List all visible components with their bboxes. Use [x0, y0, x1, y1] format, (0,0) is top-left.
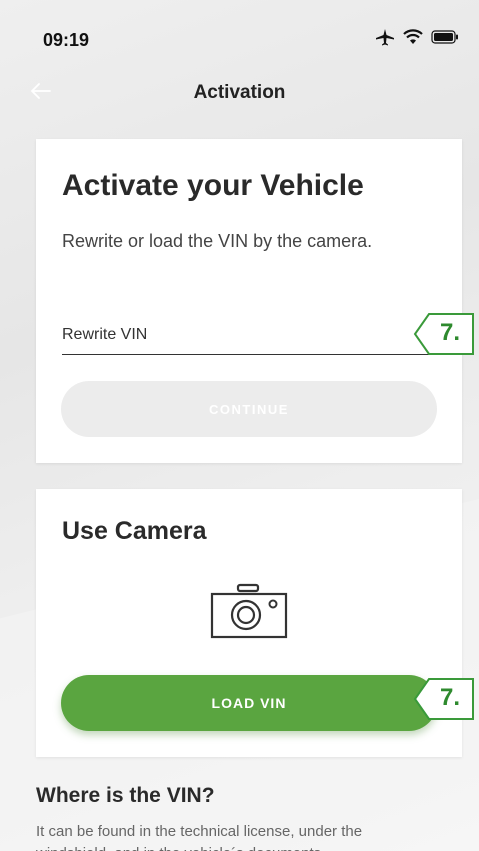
battery-icon [431, 30, 458, 44]
wifi-icon [403, 29, 423, 44]
status-time: 09:19 [43, 30, 90, 50]
status-icons [375, 28, 459, 46]
airplane-icon [376, 29, 394, 46]
step-badge-label: 7. [439, 319, 460, 346]
continue-button[interactable]: CONTINUE [61, 381, 437, 437]
camera-title: Use Camera [62, 517, 207, 545]
where-title: Where is the VIN? [36, 784, 215, 807]
step-badge-vin: 7. [413, 313, 475, 355]
step-badge-load: 7. [413, 678, 475, 720]
vin-input[interactable] [62, 315, 434, 355]
nav-bar: Activation [0, 70, 479, 116]
status-bar: 09:19 [0, 0, 479, 70]
page-title: Activation [193, 82, 286, 103]
where-text: It can be found in the technical license… [36, 823, 363, 851]
activate-title: Activate your Vehicle [62, 169, 364, 202]
load-vin-button[interactable]: LOAD VIN [61, 675, 437, 731]
camera-icon[interactable] [210, 583, 288, 639]
activate-subtitle: Rewrite or load the VIN by the camera. [62, 231, 373, 251]
activate-card: Activate your Vehicle Rewrite or load th… [36, 139, 462, 463]
camera-card: Use Camera LOAD VIN [36, 489, 462, 757]
step-badge-label: 7. [439, 684, 460, 711]
